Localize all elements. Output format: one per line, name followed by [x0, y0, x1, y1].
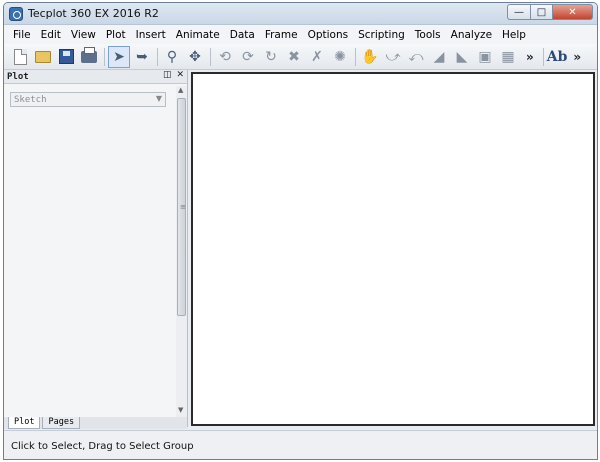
zoom-icon: ⚲ [166, 48, 178, 65]
save-button[interactable] [55, 46, 77, 68]
title-bar: Tecplot 360 EX 2016 R2 — □ ✕ [4, 3, 597, 25]
menu-view[interactable]: View [66, 29, 101, 41]
sidebar-tabs: Plot Pages [4, 417, 187, 429]
workspace-area [190, 70, 597, 430]
window-controls: — □ ✕ [507, 4, 593, 20]
new-file-button[interactable] [9, 46, 31, 68]
toolbar-separator [355, 47, 356, 66]
menu-frame[interactable]: Frame [260, 29, 303, 41]
twist-button[interactable]: ✺ [329, 46, 351, 68]
extract-button[interactable]: ⤻ [382, 46, 404, 68]
rotate-y-icon: ⟳ [242, 48, 254, 65]
slice-button[interactable]: ◢ [428, 46, 450, 68]
maximize-icon: □ [536, 6, 547, 18]
twist-icon: ✺ [334, 48, 346, 65]
plot-frame[interactable] [191, 72, 595, 426]
scroll-down-icon[interactable]: ▼ [178, 406, 183, 414]
scroll-up-icon[interactable]: ▲ [178, 86, 183, 94]
adjust-icon: ➥ [136, 48, 148, 65]
extract-points-icon: ⤺ [408, 48, 424, 65]
probe-icon: ✋ [361, 48, 379, 65]
rotate-z-icon: ↻ [265, 48, 277, 65]
toolbar-separator [210, 47, 211, 66]
float-panel-icon[interactable]: ◫ [163, 70, 172, 80]
menu-animate[interactable]: Animate [171, 29, 225, 41]
menu-edit[interactable]: Edit [36, 29, 66, 41]
spherical-rotate-icon: ✗ [311, 48, 323, 65]
close-button[interactable]: ✕ [553, 4, 593, 20]
window-title: Tecplot 360 EX 2016 R2 [28, 7, 159, 20]
text-tool-button[interactable]: Ab [547, 49, 568, 65]
plot-type-value: Sketch [14, 94, 47, 105]
spherical-rotate-button[interactable]: ✗ [306, 46, 328, 68]
close-panel-icon[interactable]: ✕ [176, 70, 184, 80]
tab-plot[interactable]: Plot [8, 417, 41, 429]
contour-icon: ◣ [456, 48, 468, 65]
open-folder-icon [35, 50, 51, 63]
rotate-z-button[interactable]: ↻ [260, 46, 282, 68]
print-icon [81, 46, 97, 63]
tecplot-app-icon [9, 7, 23, 21]
slice-icon: ◢ [433, 48, 445, 65]
extract-points-button[interactable]: ⤺ [405, 46, 427, 68]
menu-help[interactable]: Help [497, 29, 531, 41]
toolbar-separator [542, 47, 544, 66]
zoom-tool-button[interactable]: ⚲ [161, 46, 183, 68]
minimize-icon: — [514, 6, 524, 18]
maximize-button[interactable]: □ [531, 4, 553, 20]
close-icon: ✕ [568, 6, 577, 18]
rollerball-button[interactable]: ✖ [283, 46, 305, 68]
print-button[interactable] [78, 46, 100, 68]
toolbar-separator [104, 47, 105, 66]
menu-data[interactable]: Data [225, 29, 260, 41]
scrollbar-thumb[interactable]: ≡ [177, 98, 186, 316]
menu-insert[interactable]: Insert [131, 29, 171, 41]
sidebar-header: Plot ◫ ✕ [4, 70, 187, 84]
toolbar-separator [157, 47, 158, 66]
menu-options[interactable]: Options [303, 29, 354, 41]
menu-file[interactable]: File [8, 29, 36, 41]
minimize-button[interactable]: — [507, 4, 531, 20]
select-tool-button[interactable]: ➤ [108, 45, 130, 68]
chevron-down-icon: ▼ [155, 94, 162, 103]
image-button[interactable]: ▣ [474, 46, 496, 68]
menu-tools[interactable]: Tools [410, 29, 446, 41]
translate-tool-button[interactable]: ✥ [184, 46, 206, 68]
rollerball-icon: ✖ [288, 48, 300, 65]
geometry-button[interactable]: ▦ [497, 46, 519, 68]
main-toolbar: ➤ ➥ ⚲ ✥ ⟲ ⟳ ↻ ✖ ✗ ✺ ✋ ⤻ ⤺ ◢ ◣ ▣ ▦ » Ab » [4, 44, 597, 70]
sidebar-header-controls: ◫ ✕ [163, 70, 184, 80]
tab-pages[interactable]: Pages [42, 417, 81, 429]
app-window: Tecplot 360 EX 2016 R2 — □ ✕ File Edit V… [3, 2, 598, 460]
plot-type-select[interactable]: Sketch ▼ [10, 92, 166, 107]
status-text: Click to Select, Drag to Select Group [11, 440, 194, 452]
rotate-x-icon: ⟲ [219, 48, 231, 65]
contour-button[interactable]: ◣ [451, 46, 473, 68]
menu-bar: File Edit View Plot Insert Animate Data … [4, 25, 597, 44]
toolbar-overflow-right-button[interactable]: » [573, 50, 581, 64]
sidebar-title: Plot [7, 71, 29, 82]
new-file-icon [13, 48, 27, 65]
adjust-tool-button[interactable]: ➥ [131, 46, 153, 68]
toolbar-overflow-button[interactable]: » [526, 50, 534, 64]
sidebar-panel: Plot ◫ ✕ Sketch ▼ ▲ ≡ ▼ Plot Pages [4, 70, 188, 429]
geometry-icon: ▦ [501, 48, 515, 65]
menu-analyze[interactable]: Analyze [446, 29, 497, 41]
probe-button[interactable]: ✋ [359, 46, 381, 68]
select-arrow-icon: ➤ [113, 48, 125, 65]
rotate-y-button[interactable]: ⟳ [237, 46, 259, 68]
extract-icon: ⤻ [385, 48, 401, 65]
status-bar: Click to Select, Drag to Select Group [4, 430, 597, 459]
save-icon [58, 49, 74, 64]
menu-plot[interactable]: Plot [101, 29, 131, 41]
grip-icon: ≡ [180, 203, 186, 211]
translate-icon: ✥ [189, 48, 201, 65]
sidebar-scrollbar[interactable]: ▲ ≡ ▼ [176, 86, 187, 417]
menu-scripting[interactable]: Scripting [353, 29, 410, 41]
open-button[interactable] [32, 46, 54, 68]
rotate-x-button[interactable]: ⟲ [214, 46, 236, 68]
image-icon: ▣ [478, 48, 492, 65]
